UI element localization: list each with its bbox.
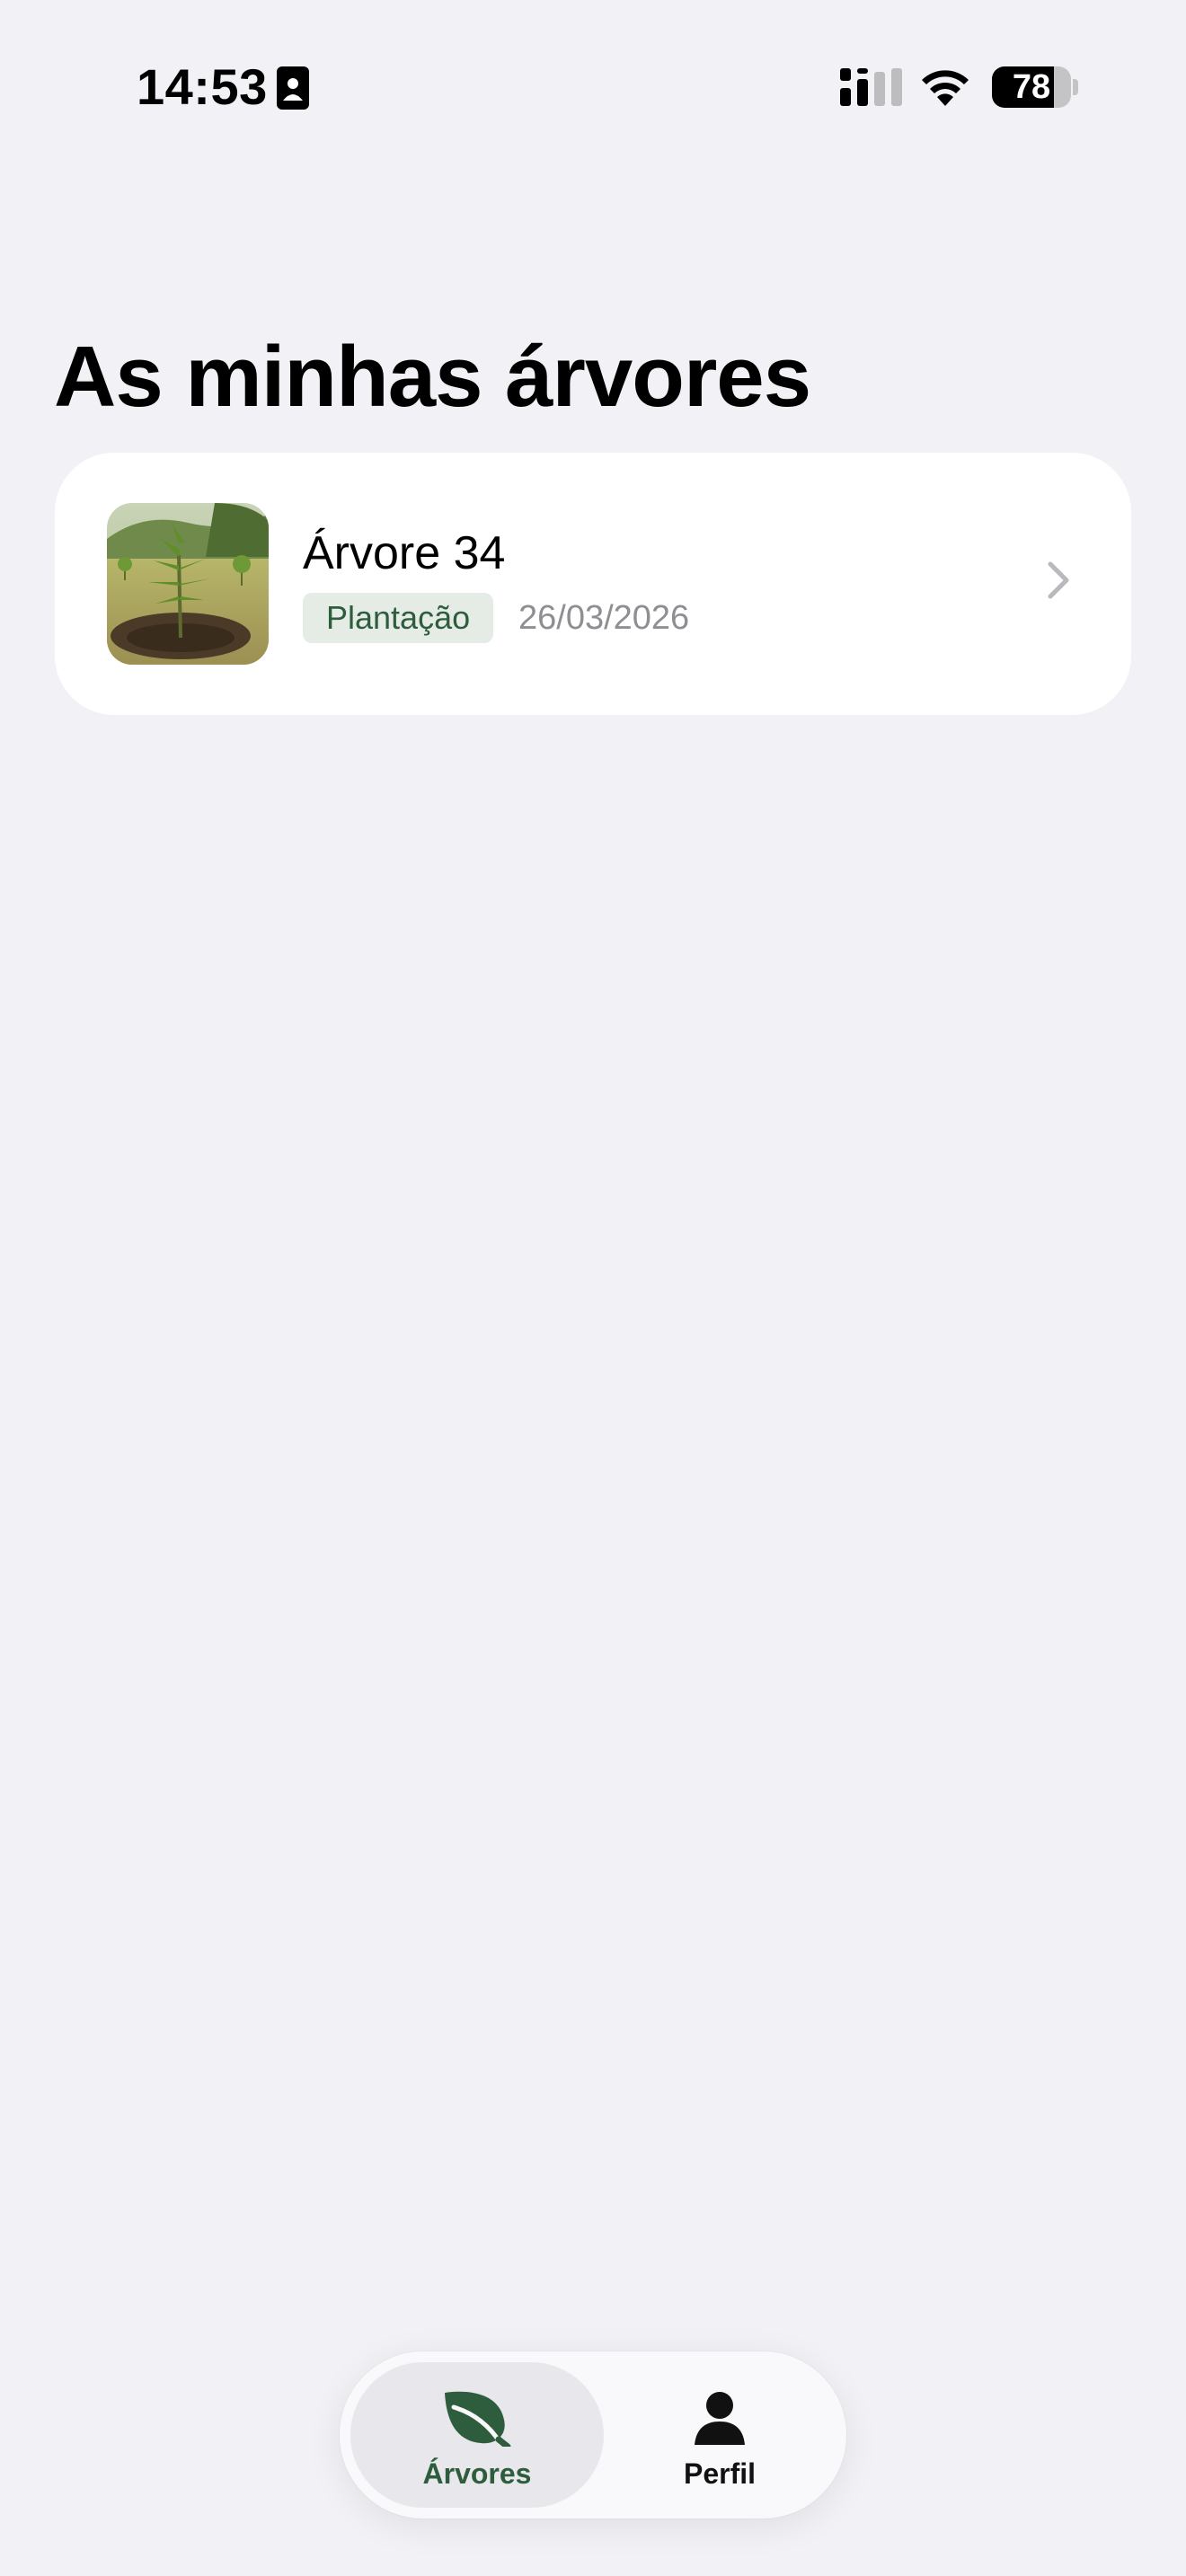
tree-date: 26/03/2026 [518, 599, 690, 637]
tree-name: Árvore 34 [303, 527, 506, 579]
tree-list-item[interactable]: Árvore 34 Plantação 26/03/2026 [55, 453, 1131, 715]
battery-indicator: 78 [992, 66, 1078, 108]
stage-badge: Plantação [303, 593, 494, 643]
status-bar: 14:53 78 [0, 0, 1186, 171]
tab-bar: Árvores Perfil [340, 2351, 846, 2519]
battery-level: 78 [1012, 68, 1051, 106]
tab-label-perfil: Perfil [683, 2457, 757, 2490]
cellular-signal-icon [840, 68, 902, 106]
screen: 14:53 78 As minhas árvores Árvore 34 Pla… [0, 0, 1186, 2576]
wifi-icon [922, 70, 969, 106]
tree-thumbnail [107, 503, 269, 665]
chevron-right-icon [1048, 561, 1069, 599]
status-time: 14:53 [137, 58, 268, 115]
sapling-photo-icon [107, 503, 269, 665]
tab-label-arvores: Árvores [422, 2457, 532, 2490]
leaf-icon [445, 2391, 511, 2447]
tab-arvores[interactable]: Árvores [350, 2362, 604, 2508]
contact-card-icon [277, 66, 309, 110]
page-title: As minhas árvores [54, 329, 811, 425]
person-icon [695, 2392, 745, 2445]
battery-cap [1073, 79, 1078, 95]
tab-perfil[interactable]: Perfil [604, 2362, 836, 2508]
